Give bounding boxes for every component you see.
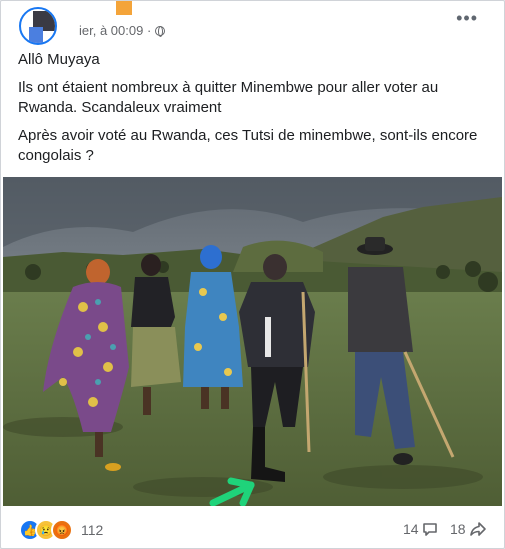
share-count: 18 — [450, 521, 466, 537]
angry-icon: 😡 — [51, 519, 73, 541]
post-footer: 👍 😢 😡 112 14 18 — [1, 508, 504, 548]
photo-illustration — [3, 177, 502, 506]
post-text: Allô Muyaya Ils ont étaient nombreux à q… — [18, 50, 483, 174]
post-line: Allô Muyaya — [18, 51, 100, 68]
post-photo[interactable] — [3, 177, 502, 506]
share-count-button[interactable]: 18 — [450, 521, 487, 537]
more-icon[interactable]: ••• — [456, 9, 478, 27]
post-card: ier, à 00:09 · ••• Allô Muyaya Ils ont é… — [0, 0, 505, 549]
comment-icon — [422, 523, 437, 536]
avatar-censor-block — [29, 27, 43, 43]
reaction-summary[interactable]: 👍 😢 😡 112 — [19, 519, 103, 541]
avatar[interactable] — [19, 7, 57, 45]
globe-icon — [155, 25, 166, 37]
share-icon — [469, 522, 486, 536]
comment-count: 14 — [403, 521, 419, 537]
post-line: Après avoir voté au Rwanda, ces Tutsi de… — [18, 127, 478, 164]
post-header: ier, à 00:09 · ••• — [1, 1, 504, 45]
post-meta: ier, à 00:09 · — [79, 23, 166, 38]
censor-block — [116, 1, 132, 15]
comment-count-button[interactable]: 14 — [403, 521, 438, 537]
post-line: Ils ont étaient nombreux à quitter Minem… — [18, 79, 439, 116]
post-timestamp[interactable]: ier, à 00:09 · — [79, 23, 151, 38]
reaction-count: 112 — [81, 522, 104, 538]
